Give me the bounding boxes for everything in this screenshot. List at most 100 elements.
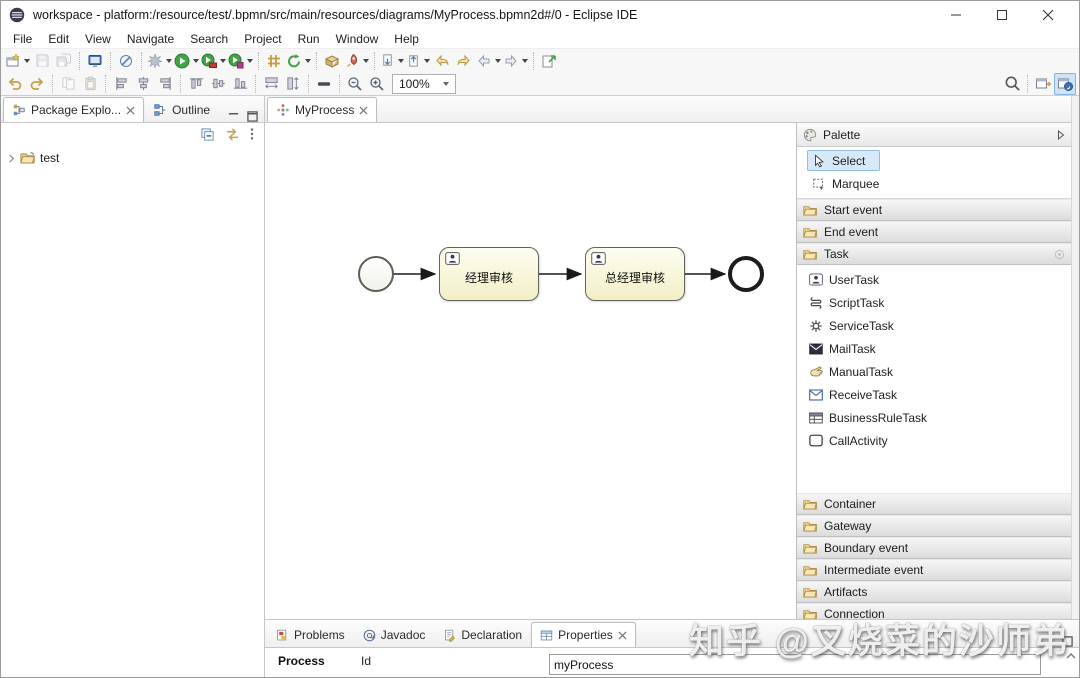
copy-button[interactable] xyxy=(57,73,79,95)
menu-search[interactable]: Search xyxy=(182,29,236,48)
new-java-project-button[interactable] xyxy=(263,50,285,72)
user-task-node-2[interactable]: 总经理审核 xyxy=(585,247,685,301)
run-button[interactable] xyxy=(173,50,200,72)
tab-declaration[interactable]: Declaration xyxy=(434,622,531,647)
align-middle-button[interactable] xyxy=(207,73,229,95)
tool-select[interactable]: Select xyxy=(807,150,881,171)
drawer-start-event[interactable]: Start event xyxy=(797,199,1071,221)
palette-item-servicetask[interactable]: ServiceTask xyxy=(809,314,1071,337)
drawer-boundary-event[interactable]: Boundary event xyxy=(797,537,1071,559)
diagram-canvas[interactable]: 经理审核 总经理审核 xyxy=(265,123,798,622)
tab-javadoc[interactable]: Javadoc xyxy=(354,622,435,647)
prev-annotation-button[interactable] xyxy=(405,50,431,72)
paste-button[interactable] xyxy=(79,73,101,95)
debug-button[interactable] xyxy=(146,50,173,72)
properties-section-process[interactable]: Process xyxy=(265,654,361,668)
palette-item-mailtask[interactable]: MailTask xyxy=(809,337,1071,360)
line-style-button[interactable] xyxy=(313,73,335,95)
save-all-button[interactable] xyxy=(53,50,75,72)
palette-item-manualtask[interactable]: ManualTask xyxy=(809,360,1071,383)
palette-item-usertask[interactable]: UserTask xyxy=(809,268,1071,291)
drawer-intermediate-event[interactable]: Intermediate event xyxy=(797,559,1071,581)
open-type-button[interactable] xyxy=(321,50,343,72)
minimize-button[interactable] xyxy=(933,2,979,28)
pin-icon[interactable] xyxy=(1054,249,1065,260)
user-task-node-1[interactable]: 经理审核 xyxy=(439,247,539,301)
maximize-button[interactable] xyxy=(979,2,1025,28)
drawer-container[interactable]: Container xyxy=(797,493,1071,515)
link-with-editor-button[interactable] xyxy=(538,50,560,72)
tab-properties[interactable]: Properties xyxy=(531,622,636,647)
close-button[interactable] xyxy=(1025,2,1071,28)
align-center-button[interactable] xyxy=(132,73,154,95)
back-history-button[interactable] xyxy=(431,50,453,72)
palette-item-receivetask[interactable]: ReceiveTask xyxy=(809,383,1071,406)
menu-help[interactable]: Help xyxy=(386,29,427,48)
end-event-node[interactable] xyxy=(728,256,764,292)
align-bottom-button[interactable] xyxy=(229,73,251,95)
next-annotation-button[interactable] xyxy=(379,50,405,72)
maximize-view-icon[interactable] xyxy=(247,111,258,122)
tab-myprocess[interactable]: MyProcess xyxy=(267,97,378,122)
drawer-end-event[interactable]: End event xyxy=(797,221,1071,243)
zoom-in-button[interactable] xyxy=(366,73,388,95)
palette-header[interactable]: Palette xyxy=(797,123,1071,147)
coverage-button[interactable] xyxy=(200,50,227,72)
menu-run[interactable]: Run xyxy=(290,29,328,48)
align-left-button[interactable] xyxy=(110,73,132,95)
redo-button[interactable] xyxy=(26,73,48,95)
new-wizard-button[interactable] xyxy=(4,50,31,72)
collapse-all-icon[interactable] xyxy=(200,127,215,142)
tool-label: Marquee xyxy=(832,176,880,191)
palette-item-scripttask[interactable]: ScriptTask xyxy=(809,291,1071,314)
tree-item-test[interactable]: test xyxy=(7,149,264,167)
drawer-gateway[interactable]: Gateway xyxy=(797,515,1071,537)
chevron-right-icon[interactable] xyxy=(7,153,16,163)
align-right-button[interactable] xyxy=(154,73,176,95)
menu-window[interactable]: Window xyxy=(328,29,387,48)
collapse-chevron-icon[interactable] xyxy=(1066,652,1076,660)
view-menu-icon[interactable] xyxy=(250,127,254,141)
menu-edit[interactable]: Edit xyxy=(40,29,77,48)
open-console-button[interactable] xyxy=(84,50,106,72)
close-icon[interactable] xyxy=(618,630,627,640)
open-perspective-button[interactable] xyxy=(1032,73,1054,95)
save-button[interactable] xyxy=(31,50,53,72)
tool-marquee[interactable]: Marquee xyxy=(807,173,894,194)
minimize-view-icon[interactable] xyxy=(228,111,239,122)
palette-item-businessruletask[interactable]: BusinessRuleTask xyxy=(809,406,1071,429)
skip-breakpoints-button[interactable] xyxy=(115,50,137,72)
collapse-palette-icon[interactable] xyxy=(1057,129,1065,140)
drawer-task[interactable]: Task xyxy=(797,243,1071,265)
search-button[interactable] xyxy=(1001,73,1023,95)
tab-outline[interactable]: Outline xyxy=(144,97,219,122)
drawer-artifacts[interactable]: Artifacts xyxy=(797,581,1071,603)
close-icon[interactable] xyxy=(126,105,135,115)
refresh-button[interactable] xyxy=(285,50,312,72)
start-event-node[interactable] xyxy=(358,256,394,292)
launch-rocket-button[interactable] xyxy=(343,50,370,72)
profile-button[interactable] xyxy=(227,50,254,72)
tab-problems[interactable]: Problems xyxy=(267,622,354,647)
menu-project[interactable]: Project xyxy=(236,29,289,48)
match-width-button[interactable] xyxy=(260,73,282,95)
align-top-button[interactable] xyxy=(185,73,207,95)
match-height-button[interactable] xyxy=(282,73,304,95)
menu-view[interactable]: View xyxy=(77,29,119,48)
forward-history-button[interactable] xyxy=(453,50,475,72)
undo-button[interactable] xyxy=(4,73,26,95)
zoom-level-select[interactable]: 100% xyxy=(392,73,456,94)
palette-item-callactivity[interactable]: CallActivity xyxy=(809,429,1071,452)
menu-navigate[interactable]: Navigate xyxy=(119,29,182,48)
tab-package-explorer[interactable]: Package Explo... xyxy=(3,97,145,122)
zoom-out-button[interactable] xyxy=(344,73,366,95)
menu-file[interactable]: File xyxy=(5,29,40,48)
id-input[interactable] xyxy=(549,654,1041,675)
close-icon[interactable] xyxy=(359,105,368,115)
back-button[interactable] xyxy=(475,50,502,72)
java-perspective-button[interactable] xyxy=(1054,72,1076,95)
link-editor-icon[interactable] xyxy=(225,127,240,142)
bottom-panel: Problems Javadoc Declaration Properties xyxy=(265,619,1079,677)
maximize-view-icon[interactable] xyxy=(1062,636,1073,647)
forward-button[interactable] xyxy=(502,50,529,72)
